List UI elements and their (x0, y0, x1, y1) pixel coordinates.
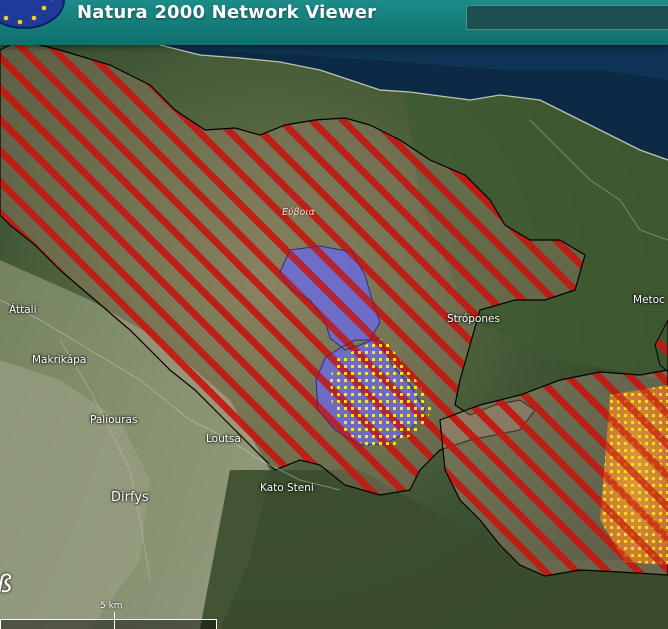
place-label-stropones: Strópones (447, 313, 500, 325)
eu-flag-logo-icon (0, 0, 65, 29)
app-header: Natura 2000 Network Viewer (0, 0, 668, 45)
search-input[interactable] (466, 5, 668, 30)
place-label-metochi: Metoc (633, 294, 665, 306)
place-label-makrikapa: Makrikápa (32, 354, 87, 366)
place-label-loutsa: Loutsa (206, 433, 241, 445)
edge-glyph: ß (0, 570, 12, 598)
region-label-evvoia: Εύβοια (282, 207, 315, 218)
app-title: Natura 2000 Network Viewer (77, 2, 377, 23)
map-canvas[interactable] (0, 0, 668, 629)
scalebar-tick (114, 612, 115, 629)
place-label-dirfys: Dirfys (111, 490, 149, 505)
scalebar (0, 619, 217, 629)
place-label-kato-steni: Kato Steni (260, 482, 314, 494)
scalebar-label: 5 km (100, 601, 123, 611)
place-label-paliouras: Paliouras (90, 414, 138, 426)
place-label-attali: Áttali (9, 304, 37, 316)
